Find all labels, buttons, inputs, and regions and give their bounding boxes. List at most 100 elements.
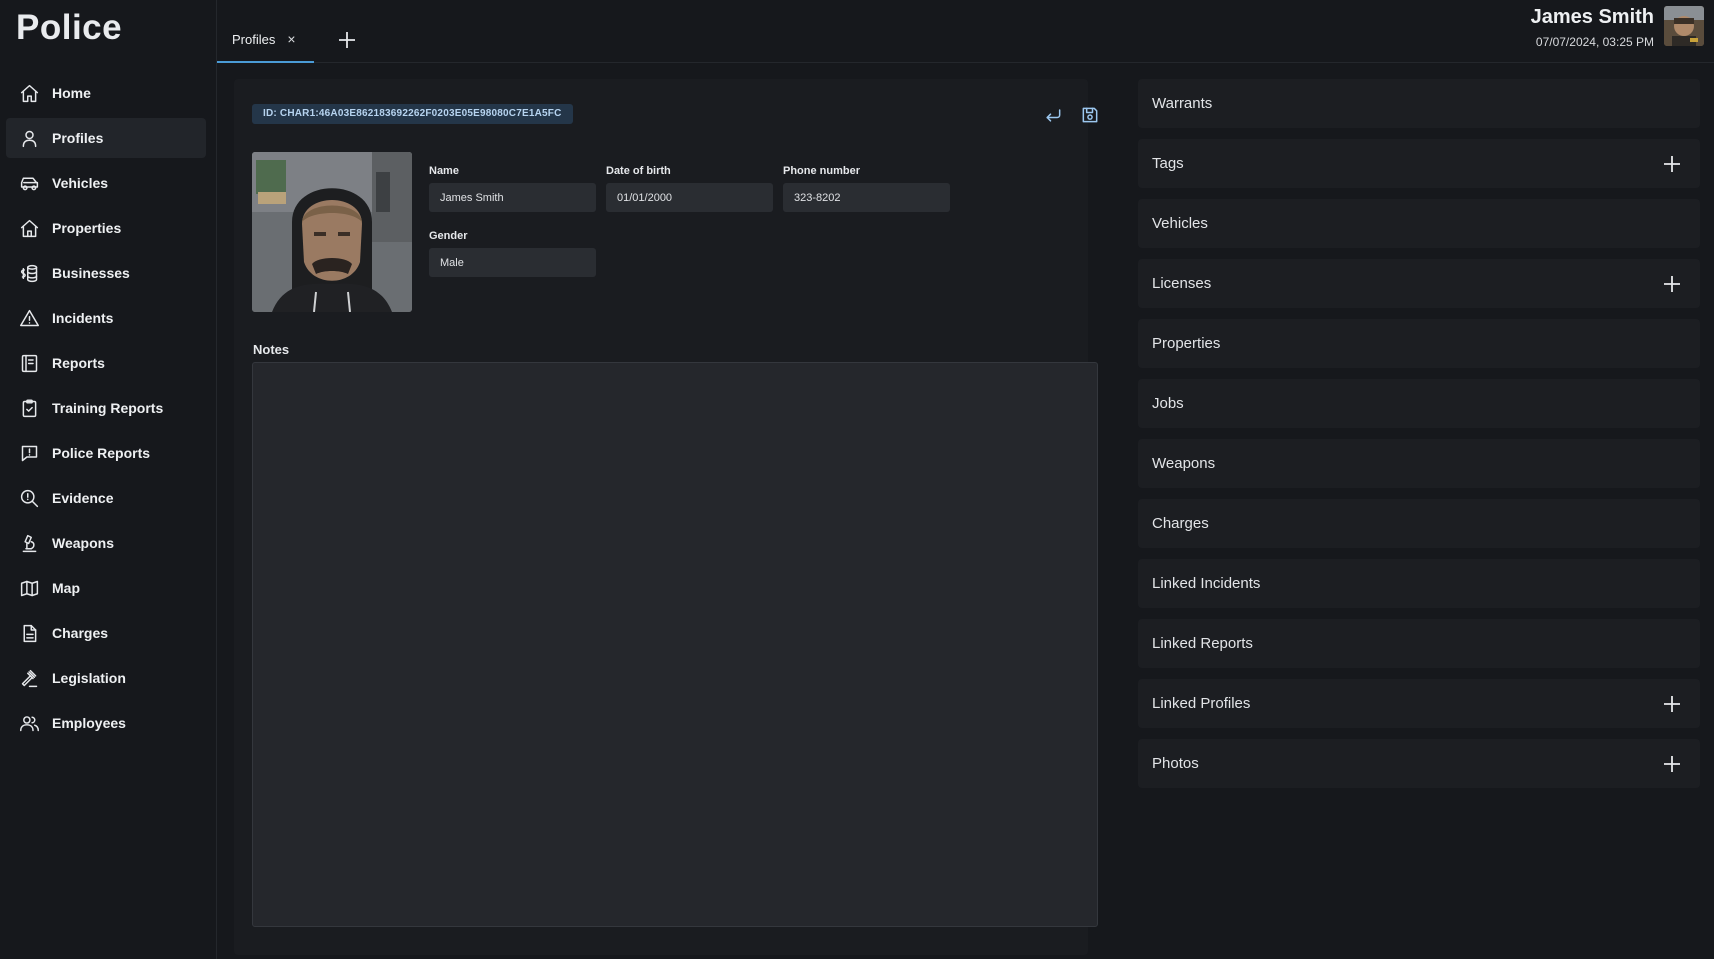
name-field: Name (429, 165, 596, 212)
tab-profiles[interactable]: Profiles × (217, 24, 314, 63)
sidebar-item-label: Employees (52, 715, 126, 731)
dob-input[interactable] (606, 183, 773, 212)
sidebar-item-label: Charges (52, 625, 109, 641)
warning-icon (18, 307, 40, 329)
phone-label: Phone number (783, 165, 861, 177)
sidebar-item-properties[interactable]: Properties (6, 208, 206, 248)
house-icon (18, 217, 40, 239)
section-linked-profiles[interactable]: Linked Profiles (1138, 679, 1700, 728)
plus-icon (1664, 755, 1680, 772)
profile-panel: ID: CHAR1:46A03E862183692262F0203E05E980… (234, 79, 1098, 955)
phone-field: Phone number (783, 165, 950, 212)
dob-field: Date of birth (606, 165, 773, 212)
revert-button[interactable] (1041, 103, 1065, 127)
sidebar-item-evidence[interactable]: Evidence (6, 478, 206, 518)
section-title: Licenses (1152, 275, 1212, 292)
plus-icon (1664, 155, 1680, 172)
section-linked-incidents[interactable]: Linked Incidents (1138, 559, 1700, 608)
section-title: Warrants (1152, 95, 1213, 112)
sidebar-nav: Home Profiles Vehicles Properties Busine… (6, 73, 206, 748)
save-button[interactable] (1078, 103, 1102, 127)
dob-label: Date of birth (606, 165, 671, 177)
add-tab-button[interactable] (336, 29, 358, 51)
avatar[interactable] (1664, 6, 1704, 46)
section-licenses[interactable]: Licenses (1138, 259, 1700, 308)
gender-input[interactable] (429, 248, 596, 277)
sidebar-item-label: Properties (52, 220, 122, 236)
section-charges[interactable]: Charges (1138, 499, 1700, 548)
section-properties[interactable]: Properties (1138, 319, 1700, 368)
section-warrants[interactable]: Warrants (1138, 79, 1700, 128)
document-icon (18, 622, 40, 644)
sidebar-item-map[interactable]: Map (6, 568, 206, 608)
sidebar-item-training-reports[interactable]: Training Reports (6, 388, 206, 428)
gender-label: Gender (429, 230, 468, 242)
sidebar-item-label: Businesses (52, 265, 130, 281)
section-linked-reports[interactable]: Linked Reports (1138, 619, 1700, 668)
add-license-button[interactable] (1662, 274, 1682, 294)
sidebar-item-police-reports[interactable]: Police Reports (6, 433, 206, 473)
profile-photo[interactable] (252, 152, 412, 312)
notes-textarea[interactable] (252, 362, 1098, 927)
sidebar-item-label: Incidents (52, 310, 114, 326)
sidebar-item-label: Training Reports (52, 400, 164, 416)
sidebar-item-label: Weapons (52, 535, 114, 551)
add-linked-profile-button[interactable] (1662, 694, 1682, 714)
section-title: Weapons (1152, 455, 1216, 472)
sidebar-item-incidents[interactable]: Incidents (6, 298, 206, 338)
notes-label: Notes (253, 342, 290, 357)
user-name: James Smith (1530, 6, 1654, 28)
section-title: Linked Incidents (1152, 575, 1261, 592)
top-bar: Profiles × James Smith 07/07/2024, 03:25… (217, 0, 1714, 63)
profile-sections: Warrants Tags Vehicles Licenses Properti… (1138, 79, 1700, 799)
sidebar-item-label: Home (52, 85, 91, 101)
sidebar: Police Home Profiles Vehicles Properties… (0, 0, 217, 959)
section-title: Properties (1152, 335, 1221, 352)
section-title: Tags (1152, 155, 1184, 172)
sidebar-item-weapons[interactable]: Weapons (6, 523, 206, 563)
section-photos[interactable]: Photos (1138, 739, 1700, 788)
section-title: Linked Reports (1152, 635, 1253, 652)
section-title: Photos (1152, 755, 1199, 772)
add-tag-button[interactable] (1662, 154, 1682, 174)
section-weapons[interactable]: Weapons (1138, 439, 1700, 488)
sidebar-item-label: Map (52, 580, 80, 596)
undo-icon (1046, 109, 1061, 122)
app-root: Police Home Profiles Vehicles Properties… (0, 0, 1714, 959)
section-tags[interactable]: Tags (1138, 139, 1700, 188)
name-label: Name (429, 165, 459, 177)
section-title: Jobs (1152, 395, 1184, 412)
sidebar-item-employees[interactable]: Employees (6, 703, 206, 743)
microscope-icon (18, 532, 40, 554)
sidebar-item-label: Profiles (52, 130, 104, 146)
plus-icon (339, 32, 355, 48)
users-icon (18, 712, 40, 734)
sidebar-item-legislation[interactable]: Legislation (6, 658, 206, 698)
sidebar-item-label: Police Reports (52, 445, 151, 461)
plus-icon (1664, 695, 1680, 712)
add-photo-button[interactable] (1662, 754, 1682, 774)
close-icon[interactable]: × (287, 32, 295, 46)
sidebar-item-profiles[interactable]: Profiles (6, 118, 206, 158)
gender-field: Gender (429, 230, 596, 277)
map-icon (18, 577, 40, 599)
sidebar-item-label: Reports (52, 355, 105, 371)
name-input[interactable] (429, 183, 596, 212)
home-icon (18, 82, 40, 104)
section-vehicles[interactable]: Vehicles (1138, 199, 1700, 248)
sidebar-item-home[interactable]: Home (6, 73, 206, 113)
report-icon (18, 352, 40, 374)
gavel-icon (18, 667, 40, 689)
sidebar-item-vehicles[interactable]: Vehicles (6, 163, 206, 203)
sidebar-item-charges[interactable]: Charges (6, 613, 206, 653)
phone-input[interactable] (783, 183, 950, 212)
sidebar-item-businesses[interactable]: Businesses (6, 253, 206, 293)
section-jobs[interactable]: Jobs (1138, 379, 1700, 428)
user-icon (18, 127, 40, 149)
sidebar-item-reports[interactable]: Reports (6, 343, 206, 383)
app-title: Police (16, 8, 123, 47)
tab-label: Profiles (232, 32, 276, 47)
sidebar-item-label: Legislation (52, 670, 126, 686)
clipboard-icon (18, 397, 40, 419)
message-alert-icon (18, 442, 40, 464)
